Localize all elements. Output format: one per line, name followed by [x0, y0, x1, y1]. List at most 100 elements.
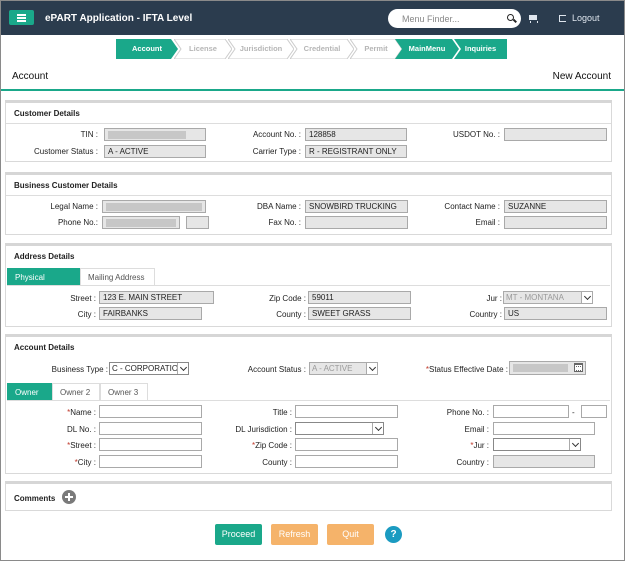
zip-label: Zip Code :	[269, 294, 306, 303]
step-label: Account	[132, 44, 162, 53]
step-mainmenu[interactable]: MainMenu	[395, 39, 459, 59]
owner-jur-label: *Jur :	[470, 441, 489, 450]
chevron-down-icon	[581, 292, 592, 303]
phone-ext-field	[186, 216, 209, 229]
app-title: ePART Application - IFTA Level	[45, 13, 193, 24]
owner-county-input[interactable]	[295, 455, 398, 468]
step-inquiries[interactable]: Inquiries	[454, 39, 507, 59]
owner-dl-jur-label: DL Jurisdiction :	[235, 425, 292, 434]
account-status-label: Account Status :	[247, 365, 306, 374]
owner-country-label: Country :	[456, 458, 489, 467]
panel-title: Address Details	[14, 252, 75, 261]
owner-street-input[interactable]	[99, 438, 202, 451]
help-button[interactable]: ?	[385, 526, 402, 543]
owner-phone-input[interactable]	[493, 405, 569, 418]
cart-icon[interactable]	[529, 15, 538, 23]
refresh-button[interactable]: Refresh	[271, 524, 318, 545]
business-type-select[interactable]: C - CORPORATION	[109, 362, 189, 375]
owner-dl-input[interactable]	[99, 422, 202, 435]
tin-field	[104, 128, 206, 141]
comments-title: Comments	[14, 494, 56, 503]
fax-field	[305, 216, 408, 229]
dba-field: SNOWBIRD TRUCKING	[305, 200, 408, 213]
page-header: Account New Account	[1, 61, 624, 91]
add-comment-icon[interactable]	[62, 490, 76, 504]
step-account[interactable]: Account	[116, 39, 178, 59]
contact-name-label: Contact Name :	[444, 202, 500, 211]
owner-name-input[interactable]	[99, 405, 202, 418]
quit-button[interactable]: Quit	[327, 524, 374, 545]
chevron-down-icon	[177, 363, 188, 374]
legal-name-field	[102, 200, 206, 213]
carrier-type-field: R - REGISTRANT ONLY	[305, 145, 407, 158]
status-date-label: *Status Effective Date :	[425, 365, 508, 374]
tab-owner-3[interactable]: Owner 3	[100, 383, 148, 401]
tab-owner-2[interactable]: Owner 2	[52, 383, 100, 401]
jur-label: Jur :	[486, 294, 502, 303]
menu-finder-input[interactable]	[402, 9, 512, 28]
divider	[6, 195, 611, 196]
top-bar: ePART Application - IFTA Level Logout	[1, 1, 624, 35]
panel-title: Business Customer Details	[14, 181, 118, 190]
owner-street-label: *Street :	[67, 441, 96, 450]
owner-name-label: *Name :	[67, 408, 96, 417]
panel-title: Customer Details	[14, 109, 80, 118]
step-label: MainMenu	[408, 44, 446, 53]
step-license[interactable]: License	[174, 39, 232, 59]
calendar-icon[interactable]	[574, 363, 583, 372]
step-label: Permit	[364, 44, 388, 53]
business-type-value: C - CORPORATION	[112, 364, 184, 373]
phone-label: Phone No.:	[57, 218, 98, 227]
city-label: City :	[77, 310, 96, 319]
street-field: 123 E. MAIN STREET	[99, 291, 214, 304]
step-jurisdiction[interactable]: Jurisdiction	[228, 39, 294, 59]
proceed-button[interactable]: Proceed	[215, 524, 262, 545]
tab-mailing-address[interactable]: Mailing Address	[80, 268, 155, 286]
hamburger-menu-button[interactable]	[9, 10, 34, 25]
owner-city-input[interactable]	[99, 455, 202, 468]
county-field: SWEET GRASS	[308, 307, 411, 320]
account-status-value: A - ACTIVE	[312, 364, 353, 373]
business-type-label: Business Type :	[51, 365, 108, 374]
page-mode: New Account	[552, 71, 611, 82]
carrier-type-label: Carrier Type :	[252, 147, 301, 156]
street-label: Street :	[70, 294, 96, 303]
comments-panel: Comments	[5, 481, 612, 511]
tin-label: TIN :	[80, 130, 98, 139]
customer-status-label: Customer Status :	[33, 147, 98, 156]
step-label: Inquiries	[464, 44, 497, 53]
tab-owner-1[interactable]: Owner 1	[7, 383, 52, 415]
account-details-panel: Account Details	[5, 334, 612, 474]
owner-title-input[interactable]	[295, 405, 398, 418]
owner-phone-ext-input[interactable]	[581, 405, 607, 418]
contact-name-field: SUZANNE	[504, 200, 607, 213]
chevron-down-icon	[569, 439, 580, 450]
fax-label: Fax No. :	[268, 218, 301, 227]
owner-email-input[interactable]	[493, 422, 595, 435]
email-label: Email :	[475, 218, 500, 227]
step-label: Jurisdiction	[239, 44, 283, 53]
owner-dl-jur-select[interactable]	[295, 422, 384, 435]
email-field	[504, 216, 607, 229]
owner-county-label: County :	[262, 458, 292, 467]
usdot-label: USDOT No. :	[453, 130, 500, 139]
owner-zip-input[interactable]	[295, 438, 398, 451]
status-date-field[interactable]	[509, 361, 586, 375]
divider	[7, 400, 610, 401]
country-label: Country :	[469, 310, 502, 319]
logout-button[interactable]: Logout	[559, 13, 600, 23]
jur-value: MT - MONTANA	[506, 293, 564, 302]
step-credential[interactable]: Credential	[290, 39, 354, 59]
zip-field: 59011	[308, 291, 411, 304]
owner-dl-label: DL No. :	[66, 425, 96, 434]
owner-jur-select[interactable]	[493, 438, 581, 451]
jur-select[interactable]: MT - MONTANA	[503, 291, 593, 304]
owner-title-label: Title :	[272, 408, 292, 417]
search-icon[interactable]	[507, 14, 514, 21]
phone-separator: -	[572, 408, 575, 417]
page-title: Account	[12, 71, 49, 82]
account-status-select[interactable]: A - ACTIVE	[309, 362, 378, 375]
customer-status-field: A - ACTIVE	[104, 145, 206, 158]
panel-title: Account Details	[14, 343, 75, 352]
tab-physical-address[interactable]: Physical Address	[7, 268, 80, 300]
